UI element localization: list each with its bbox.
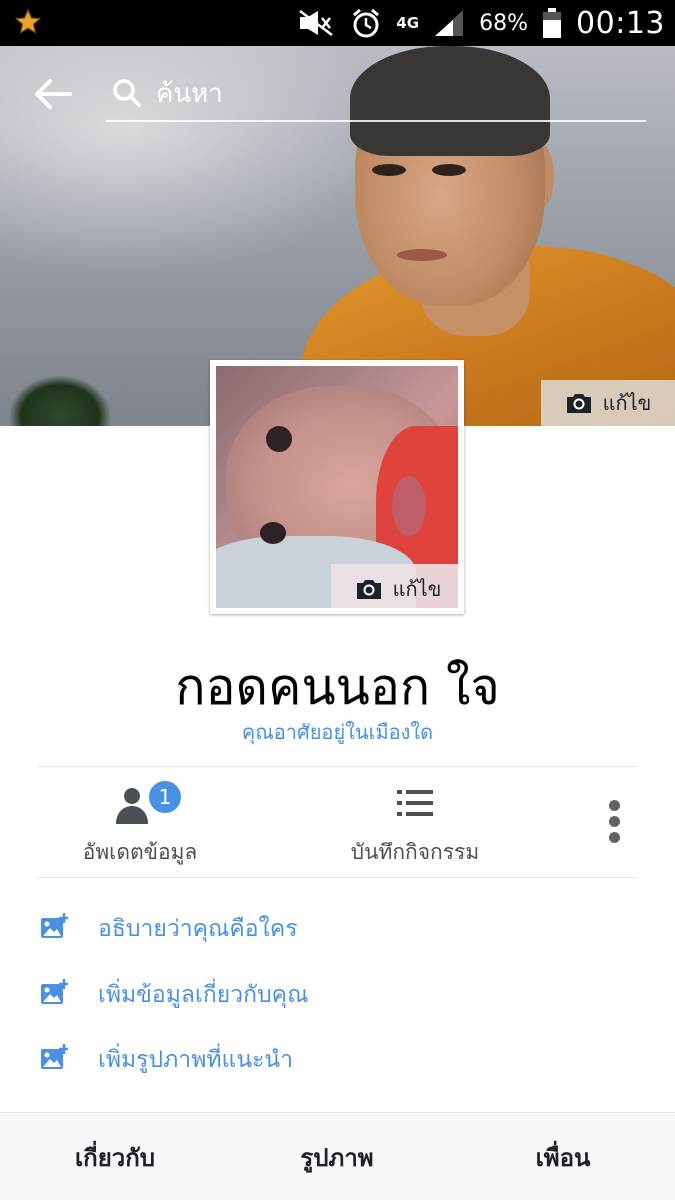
- profile-eye: [260, 522, 286, 544]
- profile-lips: [392, 476, 426, 536]
- add-photo-icon: [41, 979, 68, 1004]
- cover-eye: [432, 164, 466, 176]
- cover-mouth: [397, 249, 447, 261]
- back-arrow-icon[interactable]: [30, 74, 76, 114]
- profile-eye: [266, 426, 292, 452]
- search-icon: [113, 79, 141, 107]
- add-photo-icon: [41, 1044, 68, 1069]
- camera-icon: [356, 580, 381, 599]
- intro-item-label: เพิ่มข้อมูลเกี่ยวกับคุณ: [98, 982, 309, 1008]
- signal-icon: [435, 10, 464, 36]
- intro-item-add-details[interactable]: เพิ่มข้อมูลเกี่ยวกับคุณ: [0, 963, 675, 1023]
- tab-about[interactable]: เกี่ยวกับ: [40, 1113, 190, 1200]
- update-info-label: อัพเดตข้อมูล: [82, 840, 198, 864]
- more-dot: [609, 800, 620, 811]
- more-dot: [609, 816, 620, 827]
- divider: [37, 766, 637, 767]
- edit-cover-button[interactable]: แก้ไข: [541, 380, 675, 426]
- divider: [37, 877, 637, 878]
- intro-item-describe[interactable]: อธิบายว่าคุณคือใคร: [0, 897, 675, 957]
- tab-friends[interactable]: เพื่อน: [488, 1113, 638, 1200]
- more-dot: [609, 832, 620, 843]
- update-info-button[interactable]: 1 อัพเดตข้อมูล: [60, 778, 220, 870]
- list-icon: [397, 790, 433, 816]
- clock: 00:13: [576, 5, 665, 41]
- notification-badge: 1: [146, 778, 184, 816]
- camera-icon: [566, 394, 591, 413]
- battery-percent: 68%: [479, 10, 529, 36]
- edit-profile-picture-button[interactable]: แก้ไข: [331, 564, 458, 608]
- intro-item-add-featured-photos[interactable]: เพิ่มรูปภาพที่แนะนำ: [0, 1028, 675, 1088]
- status-bar: 4G 68% 00:13: [0, 0, 675, 46]
- alarm-icon: [353, 8, 380, 38]
- cover-plant: [10, 376, 110, 426]
- more-options-icon[interactable]: [600, 796, 630, 848]
- star-icon: [14, 8, 42, 34]
- search-bar[interactable]: [106, 66, 646, 122]
- tab-photos[interactable]: รูปภาพ: [262, 1113, 412, 1200]
- cover-eye: [372, 164, 406, 176]
- battery-icon: [543, 8, 562, 38]
- profile-photo: แก้ไข: [216, 366, 458, 608]
- intro-item-label: เพิ่มรูปภาพที่แนะนำ: [98, 1047, 294, 1073]
- activity-log-button[interactable]: บันทึกกิจกรรม: [330, 778, 500, 870]
- edit-profile-picture-label: แก้ไข: [392, 577, 442, 601]
- location-prompt-link[interactable]: คุณอาศัยอยู่ในเมืองใด: [0, 716, 675, 748]
- network-type: 4G: [396, 14, 420, 32]
- profile-picture[interactable]: แก้ไข: [210, 360, 464, 614]
- activity-log-label: บันทึกกิจกรรม: [350, 840, 480, 864]
- intro-item-label: อธิบายว่าคุณคือใคร: [98, 916, 298, 942]
- mute-icon: [299, 10, 334, 36]
- search-input[interactable]: [156, 74, 626, 114]
- add-photo-icon: [41, 913, 68, 938]
- edit-cover-label: แก้ไข: [602, 391, 652, 415]
- profile-tab-bar: เกี่ยวกับ รูปภาพ เพื่อน: [0, 1112, 675, 1200]
